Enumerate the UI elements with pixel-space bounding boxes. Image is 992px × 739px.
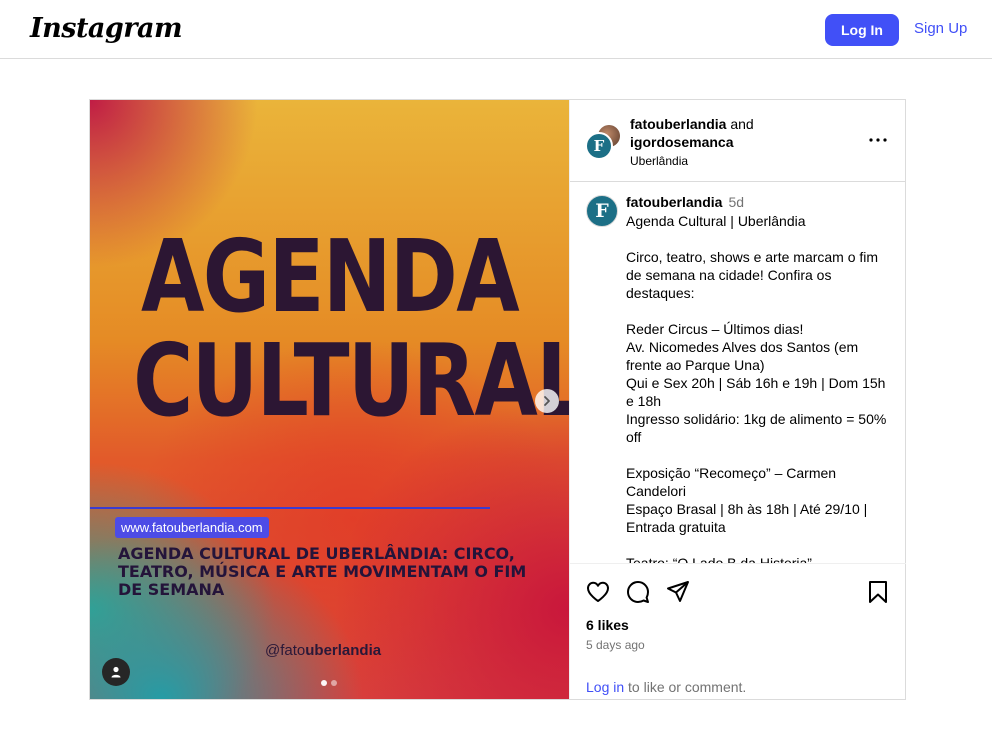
author-avatar: F — [585, 132, 613, 160]
author-link[interactable]: fatouberlandia — [630, 116, 726, 132]
location-link[interactable]: Uberlândia — [630, 154, 688, 168]
carousel-dot — [321, 680, 327, 686]
image-url-badge: www.fatouberlandia.com — [115, 517, 269, 538]
share-button[interactable] — [665, 579, 691, 605]
next-slide-button[interactable] — [535, 389, 559, 413]
instagram-logo[interactable]: Instagram — [30, 13, 183, 44]
image-headline-line1: AGENDA — [140, 218, 520, 335]
caption-header: fatouberlandia 5d — [626, 194, 744, 210]
image-handle-suffix: uberlandia — [305, 642, 382, 659]
image-handle: @fatouberlandia — [265, 642, 381, 659]
caption-time: 5d — [728, 194, 745, 210]
collab-avatars[interactable]: F — [585, 122, 622, 160]
comment-button[interactable] — [625, 579, 651, 605]
tagged-users-button[interactable] — [102, 658, 130, 686]
post-image[interactable]: AGENDA CULTURAL www.fatouberlandia.com A… — [90, 100, 569, 699]
bookmark-icon — [869, 581, 887, 603]
login-prompt: Log in to like or comment. — [586, 679, 746, 695]
authors-joiner: and — [730, 116, 754, 132]
share-icon — [667, 581, 689, 602]
more-options-button[interactable] — [868, 130, 888, 150]
image-handle-prefix: @fato — [265, 642, 306, 659]
user-tag-icon — [111, 666, 121, 678]
post-actions: 6 likes 5 days ago Log in to like or com… — [570, 563, 906, 700]
caption-area[interactable]: F fatouberlandia 5d Agenda Cultural | Ube… — [570, 182, 906, 563]
like-count[interactable]: 6 likes — [586, 617, 629, 633]
post-details-panel: F fatouberlandia and igordosemanca Uberl… — [569, 100, 906, 699]
image-divider — [90, 507, 490, 509]
login-link[interactable]: Log in — [586, 679, 624, 695]
login-prompt-text: to like or comment. — [624, 679, 747, 695]
like-button[interactable] — [585, 579, 611, 605]
save-button[interactable] — [865, 579, 891, 605]
post-header: F fatouberlandia and igordosemanca Uberl… — [570, 100, 906, 182]
image-subhead: AGENDA CULTURAL DE UBERLÂNDIA: CIRCO, TE… — [118, 544, 527, 599]
carousel-indicator — [321, 680, 337, 686]
post-authors: fatouberlandia and igordosemanca Uberlân… — [630, 115, 754, 170]
login-button[interactable]: Log In — [825, 14, 899, 46]
caption-avatar[interactable]: F — [586, 195, 618, 227]
chevron-right-icon — [544, 396, 550, 406]
carousel-dot — [331, 680, 337, 686]
post-timestamp[interactable]: 5 days ago — [586, 638, 645, 652]
comment-icon — [627, 581, 649, 603]
signup-link[interactable]: Sign Up — [914, 20, 967, 37]
heart-icon — [587, 581, 609, 602]
caption-text: Agenda Cultural | Uberlândia Circo, teat… — [626, 213, 887, 563]
caption-username[interactable]: fatouberlandia — [626, 194, 722, 210]
top-bar: Instagram Log In Sign Up — [0, 0, 992, 59]
coauthor-link[interactable]: igordosemanca — [630, 134, 733, 150]
post-card: AGENDA CULTURAL www.fatouberlandia.com A… — [89, 99, 906, 700]
image-headline-line2: CULTURAL — [133, 322, 569, 439]
more-icon — [869, 138, 887, 142]
